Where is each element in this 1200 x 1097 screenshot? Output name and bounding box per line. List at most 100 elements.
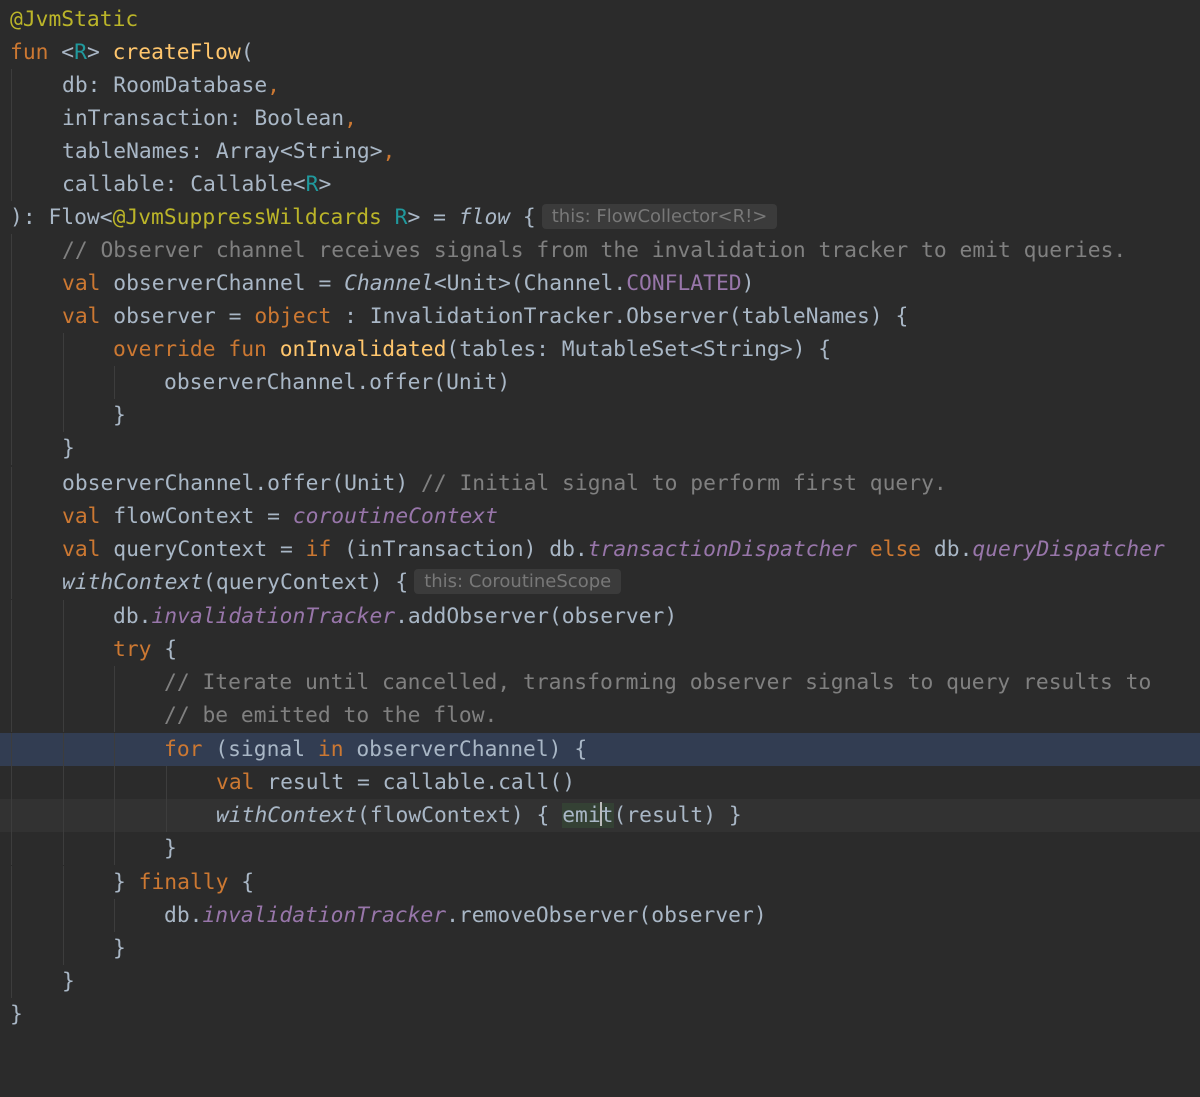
code-token: (tables: MutableSet<String>) {: [446, 337, 832, 362]
code-line[interactable]: }: [0, 832, 1200, 865]
code-token: flowContext =: [100, 504, 293, 529]
code-line[interactable]: fun <R> createFlow(: [0, 36, 1200, 69]
code-token: db.: [921, 537, 973, 562]
indent-guide: [114, 832, 115, 865]
code-line[interactable]: val queryContext = if (inTransaction) db…: [0, 533, 1200, 566]
indent-guide: [63, 932, 64, 965]
code-line[interactable]: inTransaction: Boolean,: [0, 102, 1200, 135]
indent-guide: [11, 135, 12, 168]
code-line-caret[interactable]: withContext(flowContext) { emit(result) …: [0, 799, 1200, 832]
code-line[interactable]: val observer = object : InvalidationTrac…: [0, 300, 1200, 333]
indent-guide: [114, 366, 115, 399]
annotation-token: @JvmSuppressWildcards: [112, 205, 382, 230]
indent-guide: [11, 300, 12, 333]
code-line[interactable]: }: [0, 998, 1200, 1031]
indent-guide: [11, 366, 12, 399]
indent-guide: [114, 799, 115, 832]
indent-guide: [63, 866, 64, 899]
code-token: queryContext =: [100, 537, 306, 562]
indent-guide: [11, 467, 12, 500]
function-call-token: withContext: [216, 803, 358, 828]
indent-guide: [11, 866, 12, 899]
type-param-token: R: [305, 172, 319, 197]
keyword-token: finally: [138, 870, 229, 895]
code-editor[interactable]: @JvmStatic fun <R> createFlow( db: RoomD…: [0, 0, 1200, 1041]
code-line[interactable]: }: [0, 399, 1200, 432]
keyword-token: val: [216, 770, 255, 795]
code-line[interactable]: }: [0, 432, 1200, 465]
keyword-token: in: [317, 737, 344, 762]
code-line[interactable]: // be emitted to the flow.: [0, 699, 1200, 732]
code-token: observerChannel.offer(Unit): [62, 471, 422, 496]
code-line-selected[interactable]: for (signal in observerChannel) {: [0, 733, 1200, 766]
code-token: observerChannel.offer(Unit): [164, 370, 511, 395]
indent-guide: [11, 333, 12, 366]
code-token: db: RoomDatabase: [62, 73, 268, 98]
code-token: callable: Callable<: [62, 172, 306, 197]
indent-guide: [114, 699, 115, 732]
property-token: transactionDispatcher: [587, 537, 857, 562]
comment-token: // Initial signal to perform first query…: [421, 471, 947, 496]
indent-guide: [11, 633, 12, 666]
code-line[interactable]: db.invalidationTracker.removeObserver(ob…: [0, 899, 1200, 932]
indent-guide: [11, 733, 12, 766]
indent-guide: [63, 799, 64, 832]
keyword-token: override: [113, 337, 216, 362]
code-line[interactable]: observerChannel.offer(Unit) // Initial s…: [0, 467, 1200, 500]
keyword-token: fun: [10, 40, 49, 65]
code-token: }: [10, 1002, 23, 1027]
annotation-token: @JvmStatic: [10, 7, 139, 32]
keyword-token: for: [164, 737, 203, 762]
code-line[interactable]: // Observer channel receives signals fro…: [0, 234, 1200, 267]
indent-guide: [114, 733, 115, 766]
indent-guide: [166, 766, 167, 799]
code-line[interactable]: val result = callable.call(): [0, 766, 1200, 799]
code-line[interactable]: override fun onInvalidated(tables: Mutab…: [0, 333, 1200, 366]
indent-guide: [63, 899, 64, 932]
type-param-token: R: [74, 40, 87, 65]
code-line[interactable]: tableNames: Array<String>,: [0, 135, 1200, 168]
indent-guide: [11, 666, 12, 699]
code-line[interactable]: ): Flow<@JvmSuppressWildcards R> = flow …: [0, 201, 1200, 234]
indent-guide: [63, 399, 64, 432]
indent-guide: [11, 234, 12, 267]
keyword-token: try: [113, 637, 152, 662]
code-line[interactable]: db: RoomDatabase,: [0, 69, 1200, 102]
indent-guide: [11, 533, 12, 566]
code-token: > =: [407, 205, 459, 230]
function-name-token: createFlow: [112, 40, 241, 65]
code-line[interactable]: callable: Callable<R>: [0, 168, 1200, 201]
code-token: (signal: [202, 737, 318, 762]
code-line[interactable]: @JvmStatic: [0, 3, 1200, 36]
code-line[interactable]: }: [0, 932, 1200, 965]
code-line[interactable]: // Iterate until cancelled, transforming…: [0, 666, 1200, 699]
code-line[interactable]: val flowContext = coroutineContext: [0, 500, 1200, 533]
indent-guide: [114, 766, 115, 799]
indent-guide: [11, 832, 12, 865]
comment-token: // be emitted to the flow.: [164, 703, 498, 728]
code-line[interactable]: }: [0, 965, 1200, 998]
keyword-token: val: [62, 304, 101, 329]
code-line[interactable]: withContext(queryContext) {this: Corouti…: [0, 566, 1200, 599]
code-line[interactable]: db.invalidationTracker.addObserver(obser…: [0, 600, 1200, 633]
code-line[interactable]: try {: [0, 633, 1200, 666]
indent-guide: [11, 932, 12, 965]
punctuation-token: ,: [267, 73, 280, 98]
keyword-token: else: [869, 537, 922, 562]
punctuation-token: ,: [382, 139, 396, 164]
code-line[interactable]: } finally {: [0, 866, 1200, 899]
indent-guide: [11, 899, 12, 932]
indent-guide: [63, 366, 64, 399]
indent-guide: [11, 965, 12, 998]
code-line[interactable]: observerChannel.offer(Unit): [0, 366, 1200, 399]
indent-guide: [63, 666, 64, 699]
indent-guide: [114, 899, 115, 932]
property-token: queryDispatcher: [972, 537, 1165, 562]
code-token: .addObserver(observer): [395, 604, 678, 629]
code-token: <Unit>(Channel.: [433, 271, 627, 296]
code-token: (: [240, 40, 254, 65]
code-line[interactable]: val observerChannel = Channel<Unit>(Chan…: [0, 267, 1200, 300]
keyword-token: val: [62, 537, 101, 562]
